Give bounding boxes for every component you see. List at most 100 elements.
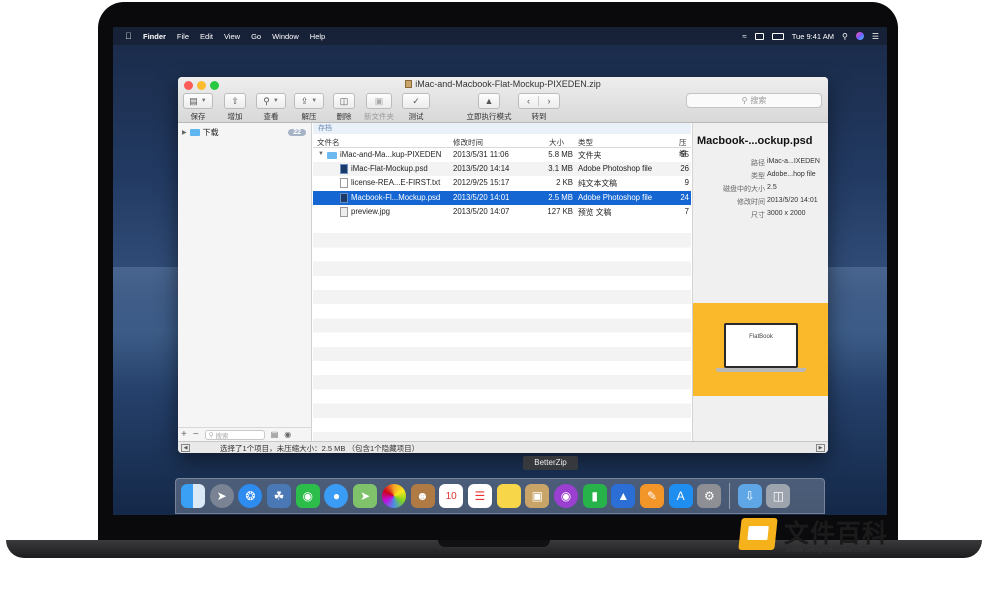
menu-edit[interactable]: Edit: [200, 32, 213, 41]
numbers-icon[interactable]: ▮: [582, 484, 607, 508]
remove-icon[interactable]: −: [193, 429, 199, 440]
keynote-icon[interactable]: ▲: [611, 484, 636, 508]
title-bar: iMac-and-Macbook-Flat-Mockup-PIXEDEN.zip…: [178, 77, 828, 123]
chevron-down-icon: ▼: [200, 98, 207, 104]
back-chevron-icon[interactable]: ‹: [519, 96, 539, 106]
menu-go[interactable]: Go: [251, 32, 261, 41]
collapse-right-icon[interactable]: ▶: [816, 444, 825, 452]
extract-button[interactable]: ⇪ ▼: [294, 93, 324, 109]
trash-icon[interactable]: ◫: [766, 484, 791, 508]
contacts-icon[interactable]: ☻: [410, 484, 435, 508]
checkmark-icon: ✓: [412, 95, 420, 106]
save-label: 保存: [190, 112, 206, 121]
spotlight-icon[interactable]: ⚲: [842, 32, 848, 41]
table-header: 文件名 修改时间 大小 类型 压缩: [313, 134, 691, 158]
new-folder-icon: ▣: [374, 95, 384, 106]
sidebar-search-input[interactable]: ⚲ 搜索: [204, 429, 265, 440]
text-file-icon: [340, 178, 348, 189]
window-title: iMac-and-Macbook-Flat-Mockup-PIXEDEN.zip: [178, 79, 828, 89]
preview-image: FlatBook: [693, 303, 828, 396]
facetime-icon[interactable]: ◉: [295, 484, 320, 508]
delete-button[interactable]: ◫: [333, 93, 355, 109]
menu-view[interactable]: View: [224, 32, 240, 41]
reminders-icon[interactable]: ☰: [467, 484, 492, 508]
clock[interactable]: Tue 9:41 AM: [792, 32, 834, 41]
photoshop-file-icon: [340, 164, 348, 175]
disclosure-triangle-icon[interactable]: ▶: [182, 129, 187, 136]
column-name[interactable]: 文件名: [317, 137, 340, 148]
preview-title: Macbook-...ockup.psd: [697, 135, 813, 147]
run-now-icon: ▲: [484, 96, 494, 106]
menu-help[interactable]: Help: [310, 32, 325, 41]
table-row[interactable]: license-REA...E-FIRST.txt 2012/9/25 15:1…: [313, 176, 691, 190]
photos-icon[interactable]: [381, 484, 406, 508]
safari-icon[interactable]: ❂: [238, 484, 263, 508]
downloads-icon[interactable]: ⇩: [737, 484, 762, 508]
airplay-icon[interactable]: [754, 32, 764, 40]
macbook-mockup-base: [716, 368, 806, 372]
view-label: 查看: [263, 112, 279, 121]
add-icon: ⇧: [231, 95, 239, 106]
system-preferences-icon[interactable]: ⚙: [697, 484, 722, 508]
view-button[interactable]: ⚲ ▼: [256, 93, 286, 109]
app-store-icon[interactable]: A: [668, 484, 693, 508]
sidebar-item-label: 下载: [202, 128, 219, 137]
dock-tooltip: BetterZip: [523, 456, 578, 470]
maps-icon[interactable]: ➤: [353, 484, 378, 508]
sidebar-item-downloads[interactable]: ▶ 下载 22: [182, 127, 306, 138]
test-button[interactable]: ✓: [402, 93, 430, 109]
watermark-url: www.wenjinabaike.com: [786, 545, 870, 554]
sidebar: ▶ 下载 22 + − ⚲ 搜索 ▤ ◉: [178, 123, 312, 441]
finder-icon[interactable]: [181, 484, 205, 508]
apple-menu-icon[interactable]: : [125, 31, 135, 41]
wifi-icon[interactable]: ≈: [742, 32, 746, 41]
column-size[interactable]: 大小: [549, 137, 564, 148]
messages-icon[interactable]: ●: [324, 484, 349, 508]
pages-icon[interactable]: ✎: [640, 484, 664, 508]
table-row[interactable]: preview.jpg 2013/5/20 14:07 127 KB 预览 文稿…: [313, 205, 691, 219]
view-icon: ⚲: [263, 95, 270, 106]
empty-rows: [313, 219, 691, 441]
battery-icon[interactable]: [771, 32, 784, 40]
notes-icon[interactable]: [496, 484, 521, 508]
breadcrumb: 存档: [313, 123, 691, 134]
betterzip-window: iMac-and-Macbook-Flat-Mockup-PIXEDEN.zip…: [178, 77, 828, 453]
run-now-button[interactable]: ▲: [478, 93, 500, 109]
site-watermark: 文件百科 www.wenjinabaike.com: [738, 514, 900, 554]
menu-bar:  Finder File Edit View Go Window Help ≈…: [113, 27, 887, 45]
new-folder-button[interactable]: ▣: [366, 93, 392, 109]
search-icon: ⚲: [208, 431, 214, 439]
menu-file[interactable]: File: [177, 32, 189, 41]
forward-chevron-icon[interactable]: ›: [539, 96, 559, 106]
archive-icon[interactable]: ▤: [271, 430, 279, 439]
menu-app-name[interactable]: Finder: [143, 32, 166, 41]
betterzip-icon[interactable]: ▣: [525, 484, 550, 508]
add-icon[interactable]: +: [181, 429, 187, 440]
launchpad-icon[interactable]: ➤: [209, 484, 234, 508]
notification-center-icon[interactable]: ☰: [872, 32, 879, 41]
siri-icon[interactable]: [855, 32, 864, 40]
trash-icon: ◫: [339, 95, 349, 106]
preview-icon[interactable]: ☘: [267, 484, 292, 508]
search-input[interactable]: ⚲ 搜索: [686, 93, 822, 108]
goto-segmented-control[interactable]: ‹ ›: [518, 93, 560, 109]
collapse-left-icon[interactable]: ◀: [181, 444, 190, 452]
table-row[interactable]: ▼ iMac-and-Ma...kup-PIXEDEN 2013/5/31 11…: [313, 148, 691, 162]
preview-pane: Macbook-...ockup.psd 路径 iMac-a...IXEDEN 类…: [692, 123, 828, 441]
extract-label: 解压: [301, 112, 317, 121]
preview-toggle-icon[interactable]: ◉: [284, 430, 291, 439]
calendar-icon[interactable]: 10: [439, 484, 464, 508]
goto-label: 转到: [531, 112, 547, 121]
podcasts-icon[interactable]: ◉: [553, 484, 578, 508]
column-type[interactable]: 类型: [578, 137, 593, 148]
save-button[interactable]: ▤ ▼: [183, 93, 213, 109]
column-modified[interactable]: 修改时间: [453, 137, 483, 148]
add-button[interactable]: ⇧: [224, 93, 246, 109]
table-row[interactable]: iMac-Flat-Mockup.psd 2013/5/20 14:14 3.1…: [313, 162, 691, 177]
delete-label: 删除: [336, 112, 352, 121]
menu-window[interactable]: Window: [272, 32, 299, 41]
desktop:  Finder File Edit View Go Window Help ≈…: [113, 27, 887, 515]
status-text: 选择了1个项目，未压缩大小：2.5 MB （包含1个隐藏项目）: [220, 444, 420, 453]
table-row-selected[interactable]: Macbook-Fl...Mockup.psd 2013/5/20 14:01 …: [313, 190, 691, 205]
disclosure-triangle-icon[interactable]: ▼: [318, 151, 324, 157]
